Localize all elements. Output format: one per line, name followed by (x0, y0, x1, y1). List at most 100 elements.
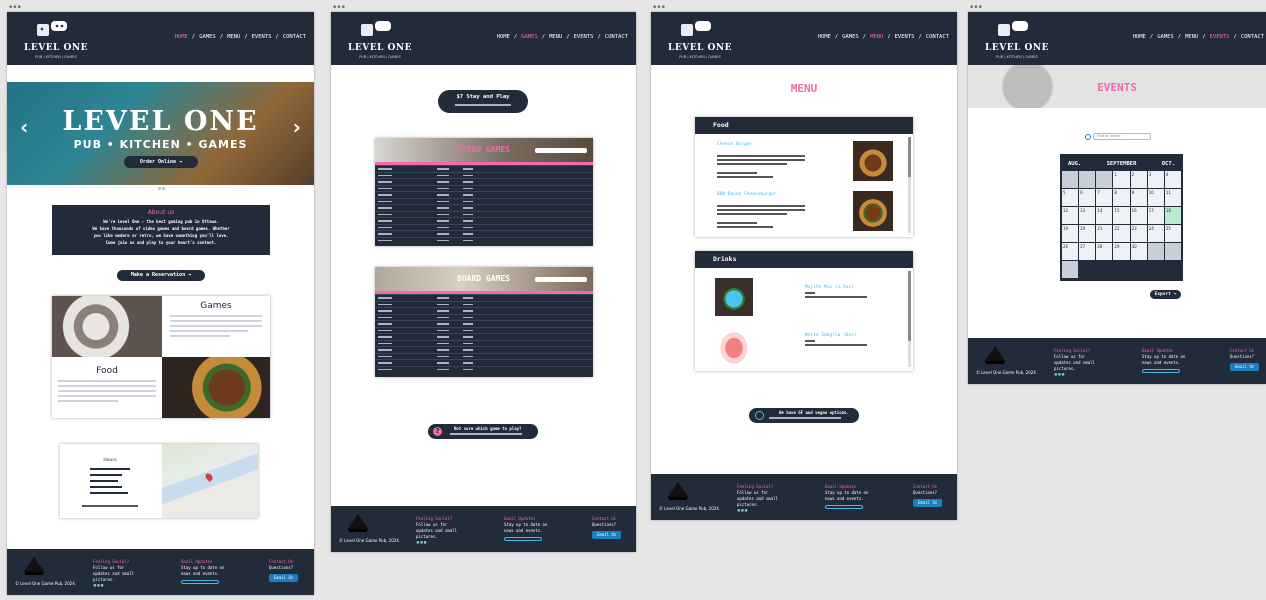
calendar-day[interactable]: 15 (1113, 207, 1130, 224)
social-icons[interactable]: ▪▪▪ (416, 540, 466, 546)
calendar-day[interactable]: 20 (1079, 225, 1096, 242)
nav-contact[interactable]: CONTACT (1241, 34, 1264, 40)
calendar-day[interactable]: 12 (1062, 207, 1079, 224)
export-label: Export (1154, 292, 1171, 297)
calendar-day[interactable]: 27 (1079, 243, 1096, 260)
order-online-button[interactable]: Order Online → (124, 156, 198, 168)
board-games-rows[interactable] (375, 294, 593, 377)
nav-events[interactable]: EVENTS (1210, 34, 1230, 40)
calendar-day[interactable]: 29 (1113, 243, 1130, 260)
calendar-day[interactable] (1062, 171, 1079, 188)
nav-games[interactable]: GAMES (521, 34, 538, 40)
social-icons[interactable]: ▪▪▪ (737, 508, 787, 514)
nav-games[interactable]: GAMES (1157, 34, 1174, 40)
prev-month-button[interactable]: AUG. (1068, 161, 1081, 167)
reservation-button[interactable]: Make a Reservation → (117, 270, 205, 281)
calendar-day[interactable]: 24 (1147, 225, 1164, 242)
calendar-day[interactable]: 8 (1113, 189, 1130, 206)
site-logo[interactable]: LEVEL ONE PUB | KITCHEN | GAMES (21, 18, 91, 60)
nav-home[interactable]: HOME (1133, 34, 1146, 40)
bbq-burger-photo (853, 191, 893, 231)
email-input[interactable] (825, 505, 863, 509)
calendar-day[interactable]: 2 (1130, 171, 1147, 188)
calendar-day[interactable]: 30 (1130, 243, 1147, 260)
nav-menu[interactable]: MENU (549, 34, 562, 40)
site-logo[interactable]: LEVEL ONE PUB | KITCHEN | GAMES (665, 18, 735, 60)
table-row[interactable] (375, 236, 593, 244)
video-games-title: VIDEO GAMES (457, 145, 510, 154)
email-us-button[interactable]: Email Us (269, 574, 299, 582)
drinks-menu-panel: Drinks Mojito Mix (1.5oz) White Sangria … (695, 251, 913, 371)
calendar-day[interactable]: 23 (1130, 225, 1147, 242)
nav-games[interactable]: GAMES (842, 34, 859, 40)
nav-home[interactable]: HOME (175, 34, 188, 40)
calendar-day[interactable]: 5 (1062, 189, 1079, 206)
location-map[interactable] (162, 444, 258, 518)
calendar-day[interactable]: 10 (1147, 189, 1164, 206)
nav-home[interactable]: HOME (497, 34, 510, 40)
nav-contact[interactable]: CONTACT (926, 34, 949, 40)
calendar-day[interactable]: 4 (1164, 171, 1181, 188)
calendar-day[interactable]: 1 (1113, 171, 1130, 188)
calendar-day[interactable]: 9 (1130, 189, 1147, 206)
social-icons[interactable]: ▪▪▪ (93, 583, 143, 589)
social-icons[interactable]: ▪▪▪ (1054, 372, 1104, 378)
board-games-search-input[interactable] (535, 277, 587, 282)
calendar-day[interactable]: 25 (1164, 225, 1181, 242)
site-logo[interactable]: LEVEL ONE PUB | KITCHEN | GAMES (345, 18, 415, 60)
site-logo[interactable]: LEVEL ONE PUB | KITCHEN | GAMES (982, 18, 1052, 60)
calendar-day[interactable]: 28 (1096, 243, 1113, 260)
next-month-button[interactable]: OCT. (1162, 161, 1175, 167)
email-us-button[interactable]: Email Us (1230, 363, 1260, 371)
calendar-day[interactable]: 13 (1079, 207, 1096, 224)
calendar-day[interactable] (1147, 243, 1164, 260)
calendar-day[interactable]: 6 (1079, 189, 1096, 206)
calendar-day[interactable]: 11 (1164, 189, 1181, 206)
calendar-day[interactable]: 16 (1130, 207, 1147, 224)
export-button[interactable]: Export → (1150, 290, 1181, 299)
nav-menu[interactable]: MENU (1185, 34, 1198, 40)
nav-home[interactable]: HOME (818, 34, 831, 40)
calendar-day[interactable] (1079, 171, 1096, 188)
nav-contact[interactable]: CONTACT (605, 34, 628, 40)
table-row[interactable] (375, 365, 593, 373)
carousel-dots[interactable] (154, 175, 168, 190)
nav-events[interactable]: EVENTS (574, 34, 594, 40)
calendar-grid[interactable]: 1 2 3 4 5 6 7 8 9 10 11 12 13 14 15 16 17 18 19 20 21 22 23 24 2… (1062, 171, 1181, 278)
calendar-day[interactable]: 22 (1113, 225, 1130, 242)
calendar-day[interactable]: 18 (1164, 207, 1181, 224)
email-us-button[interactable]: Email Us (913, 499, 943, 507)
carousel-next-button[interactable]: › (293, 115, 301, 139)
menu-item-name[interactable]: BBQ Bacon Cheeseburger (717, 192, 777, 197)
email-input[interactable] (504, 537, 542, 541)
nav-events[interactable]: EVENTS (252, 34, 272, 40)
nav-events[interactable]: EVENTS (895, 34, 915, 40)
calendar-day[interactable]: 17 (1147, 207, 1164, 224)
calendar-day[interactable]: 19 (1062, 225, 1079, 242)
nav-menu[interactable]: MENU (227, 34, 240, 40)
drink-item-name[interactable]: Mojito Mix (1.5oz) (805, 285, 854, 290)
calendar-day[interactable] (1062, 261, 1079, 278)
email-us-button[interactable]: Email Us (592, 531, 622, 539)
carousel-prev-button[interactable]: ‹ (20, 115, 28, 139)
video-games-rows[interactable] (375, 165, 593, 246)
drinks-scrollbar[interactable] (908, 271, 911, 367)
game-help-pill[interactable]: ? Not sure which game to play? (428, 424, 538, 439)
video-games-search-input[interactable] (535, 148, 587, 153)
calendar-day[interactable]: 26 (1062, 243, 1079, 260)
calendar-day[interactable] (1164, 243, 1181, 260)
email-input[interactable] (1142, 369, 1180, 373)
nav-games[interactable]: GAMES (199, 34, 216, 40)
nav-contact[interactable]: CONTACT (283, 34, 306, 40)
nav-menu[interactable]: MENU (870, 34, 883, 40)
drink-item-name[interactable]: White Sangria (6oz) (805, 333, 856, 338)
menu-item-name[interactable]: Cheese Burger (717, 142, 752, 147)
food-scrollbar[interactable] (908, 137, 911, 233)
calendar-day[interactable]: 14 (1096, 207, 1113, 224)
calendar-day[interactable]: 21 (1096, 225, 1113, 242)
event-search-input[interactable]: Find an event (1093, 133, 1151, 140)
calendar-day[interactable] (1096, 171, 1113, 188)
calendar-day[interactable]: 3 (1147, 171, 1164, 188)
email-input[interactable] (181, 580, 219, 584)
calendar-day[interactable]: 7 (1096, 189, 1113, 206)
